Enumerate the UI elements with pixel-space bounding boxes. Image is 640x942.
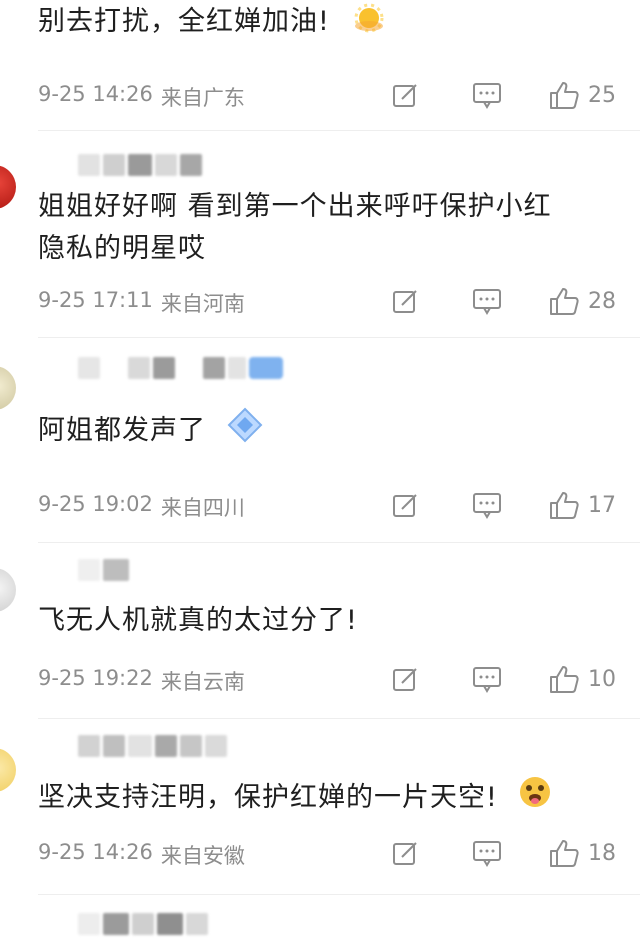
thumbs-up-icon (550, 288, 579, 315)
comment-button[interactable] (472, 839, 502, 867)
like-button[interactable]: 10 (548, 664, 616, 694)
divider (38, 337, 640, 338)
avatar[interactable] (0, 568, 16, 612)
like-button[interactable]: 25 (548, 80, 616, 110)
comment-icon (473, 841, 501, 867)
comment-text: 阿姐都发声了 (38, 406, 608, 457)
repost-button[interactable] (392, 81, 420, 109)
comment-actions: 10 (392, 664, 616, 694)
comment-button[interactable] (472, 287, 502, 315)
thumbs-up-icon (550, 82, 579, 109)
like-count: 18 (588, 840, 616, 866)
like-count: 28 (588, 288, 616, 314)
repost-button[interactable] (392, 839, 420, 867)
repost-button[interactable] (392, 491, 420, 519)
comment-text: 坚决支持汪明，保护红婵的一片天空! (38, 774, 608, 823)
comment-date: 9-25 14:26 (38, 840, 153, 864)
divider (38, 718, 640, 719)
comment-button[interactable] (472, 665, 502, 693)
like-count: 17 (588, 492, 616, 518)
comment-meta: 9-25 17:11 来自河南 (38, 288, 245, 318)
repost-icon (393, 668, 417, 691)
comment-actions: 18 (392, 838, 616, 868)
comment-actions: 17 (392, 490, 616, 520)
avatar[interactable] (0, 748, 16, 792)
comment-location: 来自四川 (160, 496, 245, 520)
divider (38, 130, 640, 131)
repost-icon (393, 842, 417, 865)
comment-icon (473, 289, 501, 315)
comment-actions: 28 (392, 286, 616, 316)
repost-icon (393, 290, 417, 313)
username-blurred[interactable] (78, 734, 227, 758)
like-button[interactable]: 18 (548, 838, 616, 868)
like-count: 25 (588, 82, 616, 108)
thumbs-up-icon (550, 492, 579, 519)
tongue-face-emoji-icon (517, 774, 553, 823)
divider (38, 542, 640, 543)
username-blurred[interactable] (78, 153, 202, 177)
comment-actions: 25 (392, 80, 616, 110)
like-count: 10 (588, 666, 616, 692)
sun-emoji-icon (349, 0, 389, 47)
comment-icon (473, 667, 501, 693)
divider (38, 894, 640, 895)
thumbs-up-icon (550, 666, 579, 693)
diamond-emoji-icon (226, 406, 264, 457)
comment-button[interactable] (472, 491, 502, 519)
comment-meta: 9-25 19:22 来自云南 (38, 666, 245, 696)
thumbs-up-icon (550, 840, 579, 867)
comment-text: 姐姐好好啊 看到第一个出来呼吁保护小红 隐私的明星哎 (38, 191, 552, 264)
comment-date: 9-25 19:02 (38, 492, 153, 516)
comment-meta: 9-25 19:02 来自四川 (38, 492, 245, 522)
username-blurred[interactable] (78, 912, 208, 936)
comment-location: 来自安徽 (160, 844, 245, 868)
comment-location: 来自河南 (160, 292, 245, 316)
repost-icon (393, 84, 417, 107)
avatar[interactable] (0, 366, 16, 410)
comment-date: 9-25 14:26 (38, 82, 153, 106)
username-blurred[interactable] (78, 558, 129, 582)
comment-text: 别去打扰，全红婵加油! (38, 0, 608, 47)
comment-icon (473, 83, 501, 109)
comment-meta: 9-25 14:26 来自广东 (38, 82, 245, 112)
comment-location: 来自广东 (160, 86, 245, 110)
comment-icon (473, 493, 501, 519)
like-button[interactable]: 28 (548, 286, 616, 316)
comment-text: 飞无人机就真的太过分了! (38, 605, 358, 636)
avatar[interactable] (0, 165, 16, 209)
comment-date: 9-25 19:22 (38, 666, 153, 690)
comment-location: 来自云南 (160, 670, 245, 694)
username-blurred[interactable] (78, 356, 283, 380)
repost-button[interactable] (392, 287, 420, 315)
comment-button[interactable] (472, 81, 502, 109)
comment-date: 9-25 17:11 (38, 288, 153, 312)
like-button[interactable]: 17 (548, 490, 616, 520)
comment-meta: 9-25 14:26 来自安徽 (38, 840, 245, 870)
repost-icon (393, 494, 417, 517)
repost-button[interactable] (392, 665, 420, 693)
